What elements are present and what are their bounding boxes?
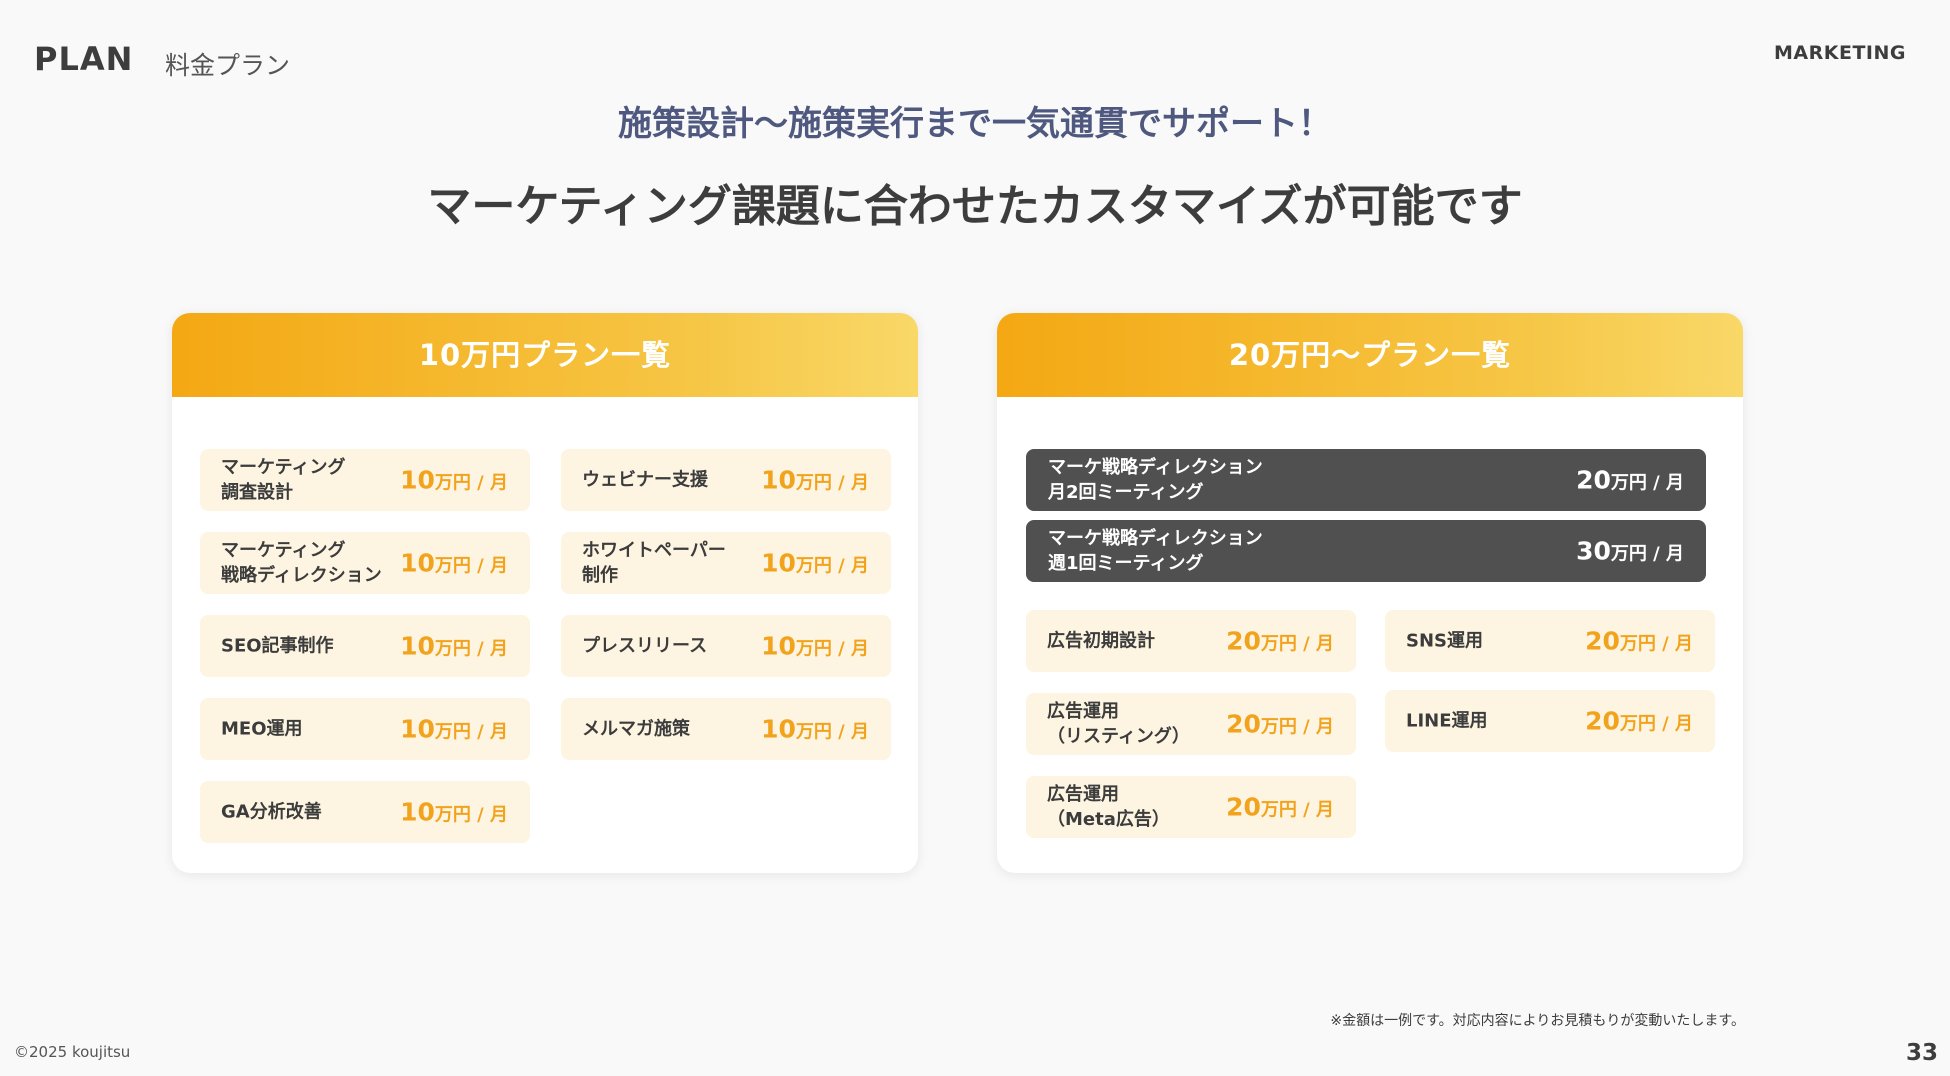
plan-item: SNS運用 20万円 / 月 [1385,610,1715,672]
plan-item: GA分析改善 10万円 / 月 [200,781,530,843]
pricing-note: ※金額は一例です。対応内容によりお見積もりが変動いたします。 [1330,1013,1745,1029]
plan-name: 広告初期設計 [1047,630,1155,652]
plan-price: 10万円 / 月 [761,548,869,578]
plan-price: 20万円 / 月 [1226,792,1334,822]
plan-price: 10万円 / 月 [400,465,508,495]
plan-name: ホワイトペーパー 制作 [582,540,726,586]
plan-item: マーケティング 戦略ディレクション 10万円 / 月 [200,532,530,594]
panel-title: 20万円〜プラン一覧 [997,313,1743,397]
section-subtitle: 料金プラン [165,51,291,80]
plan-item: ウェビナー支援 10万円 / 月 [561,449,891,511]
plan-item: 広告初期設計 20万円 / 月 [1026,610,1356,672]
plan-price: 10万円 / 月 [761,465,869,495]
plan-item: ホワイトペーパー 制作 10万円 / 月 [561,532,891,594]
plan-item: MEO運用 10万円 / 月 [200,698,530,760]
plan-item: マーケティング 調査設計 10万円 / 月 [200,449,530,511]
plan-name: ウェビナー支援 [582,469,708,491]
plan-name: 広告運用 （Meta広告） [1047,784,1170,830]
plan-item: 広告運用 （リスティング） 20万円 / 月 [1026,693,1356,755]
plan-name: 広告運用 （リスティング） [1047,701,1190,747]
plan-item: メルマガ施策 10万円 / 月 [561,698,891,760]
plan-name: マーケティング 戦略ディレクション [221,540,382,586]
plan-price: 20万円 / 月 [1226,709,1334,739]
plan-panel-10man: 10万円プラン一覧 マーケティング 調査設計 10万円 / 月 ウェビナー支援 … [172,313,918,873]
copyright: ©2025 koujitsu [14,1043,131,1061]
plan-item: プレスリリース 10万円 / 月 [561,615,891,677]
direction-plan-item: マーケ戦略ディレクション 週1回ミーティング 30万円 / 月 [1026,520,1706,582]
plan-name: メルマガ施策 [582,718,690,740]
plan-price: 10万円 / 月 [400,631,508,661]
catchphrase: 施策設計〜施策実行まで一気通貫でサポート！ [618,104,1332,144]
plan-name: SNS運用 [1406,630,1483,652]
plan-price: 20万円 / 月 [1585,626,1693,656]
plan-name: マーケ戦略ディレクション 週1回ミーティング [1048,528,1263,574]
plan-item: LINE運用 20万円 / 月 [1385,690,1715,752]
plan-item: SEO記事制作 10万円 / 月 [200,615,530,677]
plan-name: LINE運用 [1406,710,1488,732]
plan-price: 30万円 / 月 [1576,536,1684,566]
plan-name: SEO記事制作 [221,635,334,657]
plan-price: 10万円 / 月 [761,631,869,661]
section-label: PLAN [34,40,134,78]
panel-title: 10万円プラン一覧 [172,313,918,397]
plan-name: MEO運用 [221,718,303,740]
plan-item: 広告運用 （Meta広告） 20万円 / 月 [1026,776,1356,838]
page-number: 33 [1905,1040,1938,1066]
plan-price: 20万円 / 月 [1226,626,1334,656]
page-headline: マーケティング課題に合わせたカスタマイズが可能です [427,181,1523,232]
plan-price: 10万円 / 月 [400,548,508,578]
plan-price: 20万円 / 月 [1585,706,1693,736]
plan-price: 10万円 / 月 [400,797,508,827]
plan-name: プレスリリース [582,635,708,657]
plan-panel-20man: 20万円〜プラン一覧 マーケ戦略ディレクション 月2回ミーティング 20万円 /… [997,313,1743,873]
plan-price: 10万円 / 月 [761,714,869,744]
category-label: MARKETING [1774,42,1906,64]
plan-name: マーケ戦略ディレクション 月2回ミーティング [1048,457,1263,503]
plan-name: マーケティング 調査設計 [221,457,346,503]
plan-price: 20万円 / 月 [1576,465,1684,495]
direction-plan-item: マーケ戦略ディレクション 月2回ミーティング 20万円 / 月 [1026,449,1706,511]
plan-price: 10万円 / 月 [400,714,508,744]
plan-name: GA分析改善 [221,801,322,823]
